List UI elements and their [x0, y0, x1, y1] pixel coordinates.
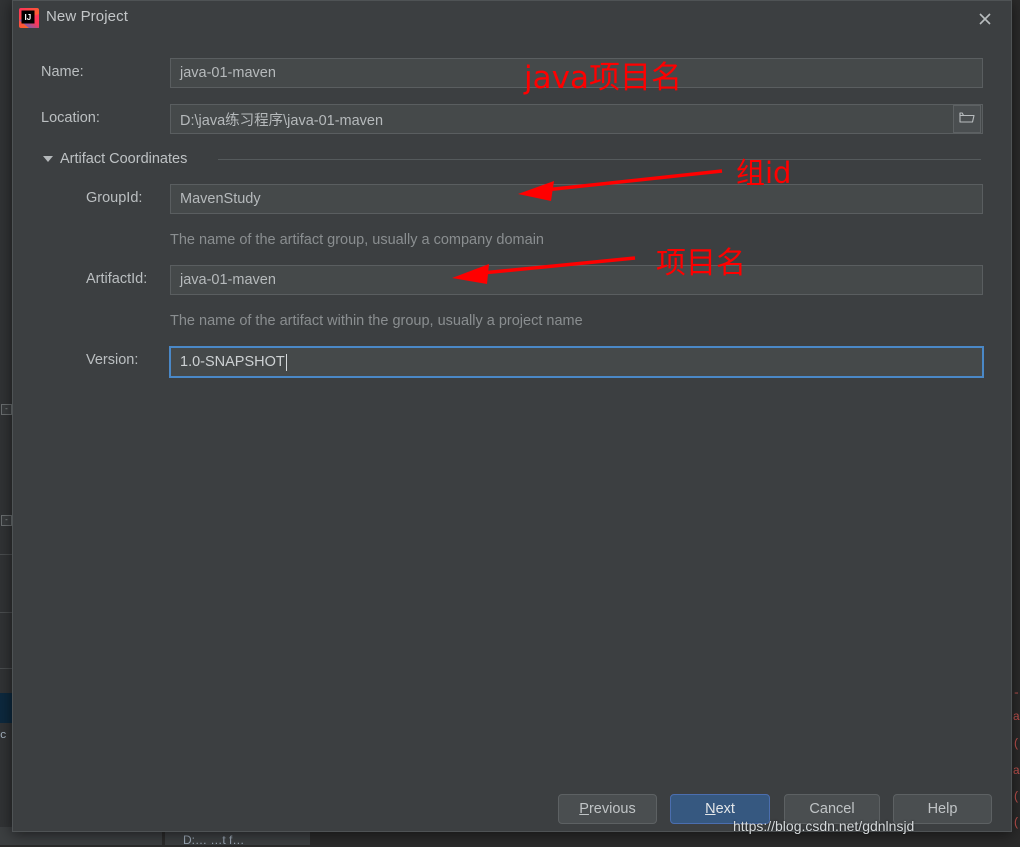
- version-label: Version:: [86, 352, 139, 368]
- version-input-value: 1.0-SNAPSHOT: [180, 354, 285, 370]
- editor-code-fragment: -: [1012, 686, 1020, 700]
- browse-folder-button[interactable]: [953, 105, 981, 133]
- next-button-label: ext: [715, 801, 735, 817]
- folder-icon: [959, 110, 975, 129]
- groupid-input-value: MavenStudy: [180, 191, 261, 207]
- section-divider: [218, 159, 981, 160]
- artifactid-input-value: java-01-maven: [180, 272, 276, 288]
- close-icon[interactable]: [973, 7, 997, 31]
- cancel-button-label: Cancel: [809, 801, 855, 817]
- artifactid-hint: The name of the artifact within the grou…: [170, 313, 583, 329]
- triangle-down-icon: [43, 156, 53, 162]
- artifact-coordinates-section-header[interactable]: Artifact Coordinates: [43, 151, 187, 167]
- groupid-hint: The name of the artifact group, usually …: [170, 232, 544, 248]
- previous-button-mnemonic: P: [579, 801, 589, 817]
- previous-button-label: revious: [588, 801, 636, 817]
- name-input-value: java-01-maven: [180, 65, 276, 81]
- code-fold-icon[interactable]: -: [1, 404, 12, 415]
- previous-button[interactable]: Previous: [558, 794, 657, 824]
- watermark-url: https://blog.csdn.net/gdnlnsjd: [733, 818, 915, 834]
- help-button-label: Help: [927, 801, 958, 817]
- annotation-groupid-note: 组id: [736, 156, 792, 190]
- text-caret: [285, 353, 287, 371]
- location-input[interactable]: D:\java练习程序\java-01-maven: [170, 104, 983, 134]
- artifactid-label: ArtifactId:: [86, 271, 148, 287]
- section-title: Artifact Coordinates: [60, 151, 188, 167]
- groupid-input[interactable]: MavenStudy: [170, 184, 983, 214]
- svg-text:IJ: IJ: [25, 13, 32, 22]
- dialog-title: New Project: [46, 8, 128, 25]
- location-label: Location:: [41, 110, 100, 126]
- code-fold-icon[interactable]: -: [1, 515, 12, 526]
- next-button-mnemonic: N: [705, 801, 716, 817]
- annotation-artifactid-note: 项目名: [656, 246, 746, 281]
- gutter-divider: [0, 668, 12, 669]
- editor-selection-highlight: [0, 693, 12, 723]
- editor-glyph: c: [0, 730, 7, 742]
- version-input[interactable]: 1.0-SNAPSHOT: [169, 346, 984, 378]
- dialog-titlebar: IJ New Project: [13, 1, 1011, 37]
- annotation-name-note: java项目名: [524, 60, 682, 96]
- groupid-label: GroupId:: [86, 190, 143, 206]
- artifactid-input[interactable]: java-01-maven: [170, 265, 983, 295]
- name-label: Name:: [41, 64, 84, 80]
- gutter-divider: [0, 612, 12, 613]
- editor-code-fragment: a: [1012, 764, 1020, 778]
- location-input-value: D:\java练习程序\java-01-maven: [180, 112, 384, 129]
- intellij-idea-icon: IJ: [19, 8, 39, 28]
- gutter-divider: [0, 554, 12, 555]
- editor-code-fragment: a: [1012, 710, 1020, 724]
- new-project-dialog: IJ New Project Name: java-01-maven Locat…: [12, 0, 1012, 832]
